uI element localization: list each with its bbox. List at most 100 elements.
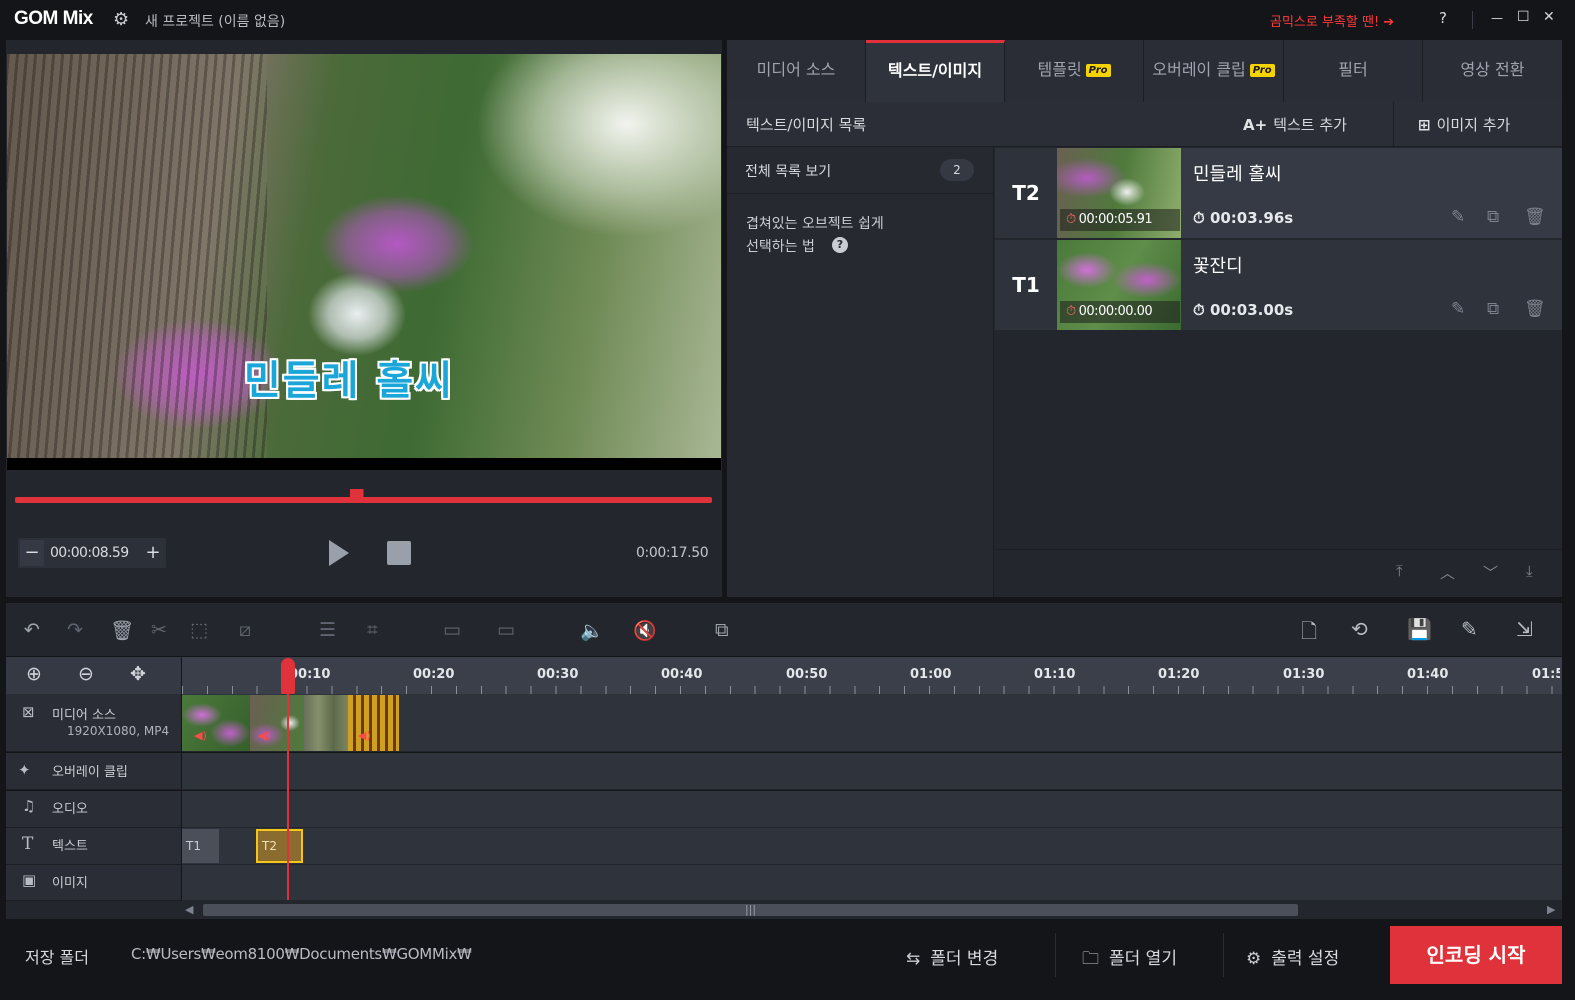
zoom-in-icon[interactable]: ⊕: [26, 663, 42, 685]
seek-bar[interactable]: [15, 497, 712, 503]
text-clip[interactable]: T1: [182, 829, 219, 863]
stop-icon[interactable]: [387, 541, 411, 565]
export-project-icon[interactable]: ⇲: [1516, 617, 1533, 641]
track-lane-text[interactable]: [182, 828, 1562, 865]
bottom-divider: [1223, 933, 1224, 977]
close-button[interactable]: ✕: [1543, 9, 1555, 25]
playhead-line[interactable]: [287, 658, 289, 900]
split-icon[interactable]: ⧄: [239, 619, 251, 641]
change-folder-button[interactable]: ⇆ 폴더 변경: [906, 944, 998, 969]
select-region-icon[interactable]: ⬚: [190, 619, 208, 641]
frame-forward-button[interactable]: +: [141, 540, 165, 566]
new-project-icon[interactable]: 🗋: [1301, 617, 1317, 651]
save-as-icon[interactable]: ✎: [1461, 617, 1478, 641]
track-lane-overlay[interactable]: [182, 753, 1562, 790]
media-clip[interactable]: ◀): [250, 695, 304, 751]
help-icon[interactable]: ?: [832, 237, 848, 253]
zoom-out-icon[interactable]: ⊖: [78, 663, 94, 685]
add-image-button[interactable]: ⊞ 이미지 추가: [1418, 114, 1510, 135]
output-settings-button[interactable]: ⚙ 출력 설정: [1246, 944, 1339, 969]
text-clip-selected[interactable]: T2: [256, 829, 303, 863]
tab-label: 필터: [1338, 60, 1368, 79]
media-clip[interactable]: ◀): [182, 695, 250, 751]
media-clip[interactable]: ◀): [348, 695, 399, 751]
tab-label: 템플릿: [1037, 60, 1082, 79]
image-left-icon[interactable]: ▭: [443, 619, 461, 641]
cut-icon[interactable]: ✂: [151, 619, 167, 641]
fit-timeline-icon[interactable]: ✥: [130, 663, 146, 685]
maximize-button[interactable]: ☐: [1517, 9, 1530, 25]
tab-template[interactable]: 템플릿 Pro: [1005, 40, 1144, 102]
tab-filter[interactable]: 필터: [1284, 40, 1423, 102]
delete-icon[interactable]: 🗑: [1524, 299, 1546, 319]
start-time-value: 00:00:00.00: [1078, 304, 1153, 319]
upgrade-promo-link[interactable]: 곰믹스로 부족할 땐! ➔: [1270, 11, 1394, 30]
tip-text-line2[interactable]: 선택하는 법: [746, 236, 815, 256]
ruler-tick-label: 00:10: [289, 667, 331, 682]
trash-icon[interactable]: 🗑: [110, 619, 134, 642]
image-right-icon[interactable]: ▭: [497, 619, 515, 641]
move-to-top-icon[interactable]: ⤒: [1396, 562, 1403, 580]
film-icon: ⊠: [22, 703, 35, 721]
track-lane-audio[interactable]: [182, 791, 1562, 828]
minimize-button[interactable]: —: [1491, 11, 1503, 25]
tab-media-source[interactable]: 미디어 소스: [727, 40, 866, 102]
list-title: 텍스트/이미지 목록: [746, 116, 867, 134]
ruler-tick-label: 00:30: [537, 667, 579, 682]
output-settings-icon: ⚙: [1246, 949, 1262, 969]
duration-value: 00:03.00s: [1209, 301, 1294, 319]
clock-icon: ⏱: [1066, 304, 1076, 319]
ruler-tick-label: 01:50: [1532, 667, 1560, 682]
undo-icon[interactable]: ↶: [24, 619, 40, 641]
tab-transition[interactable]: 영상 전환: [1423, 40, 1562, 102]
redo-icon[interactable]: ↷: [67, 619, 83, 641]
header-divider: [1393, 102, 1394, 147]
timer-icon: ⏱: [1193, 209, 1210, 227]
duration-value: 00:03.96s: [1209, 209, 1294, 227]
view-all-link[interactable]: 전체 목록 보기: [745, 161, 831, 181]
play-icon[interactable]: [329, 540, 349, 566]
open-folder-button[interactable]: 🗀 폴더 열기: [1082, 944, 1177, 975]
crop-icon[interactable]: ⌗: [367, 619, 378, 641]
edit-icon[interactable]: ✎: [1451, 207, 1465, 227]
audio-icon: ◀): [258, 729, 271, 742]
adjust-icon[interactable]: ☰: [319, 619, 336, 641]
media-clip[interactable]: [304, 695, 348, 751]
start-time-value: 00:00:05.91: [1078, 212, 1153, 227]
preview-text-overlay[interactable]: 민들레 홀씨: [244, 348, 454, 406]
screen-transition-icon[interactable]: ⧉: [715, 619, 729, 641]
move-to-bottom-icon[interactable]: ⤓: [1526, 562, 1533, 580]
tab-overlay-clip[interactable]: 오버레이 클립 Pro: [1144, 40, 1284, 102]
open-folder-label: 폴더 열기: [1109, 949, 1177, 969]
add-text-button[interactable]: A+ 텍스트 추가: [1243, 114, 1347, 135]
tip-text-line1[interactable]: 겹쳐있는 오브젝트 쉽게: [746, 213, 884, 233]
open-project-icon[interactable]: ⟲: [1351, 617, 1368, 641]
item-duration: ⏱ 00:03.96s: [1193, 209, 1293, 227]
current-time-display[interactable]: 00:00:08.59: [50, 545, 129, 561]
frame-back-button[interactable]: −: [20, 540, 44, 566]
move-down-icon[interactable]: ﹀: [1483, 562, 1498, 583]
duplicate-icon[interactable]: ⧉: [1487, 299, 1499, 319]
ruler-tick-label: 01:00: [910, 667, 952, 682]
volume-icon[interactable]: 🔈: [580, 619, 604, 642]
delete-icon[interactable]: 🗑: [1524, 207, 1546, 227]
image-icon: ▣: [22, 871, 37, 889]
mute-icon[interactable]: 🔇: [633, 619, 657, 642]
settings-gear-icon[interactable]: ⚙: [113, 9, 129, 30]
tab-label: 텍스트/이미지: [887, 61, 983, 80]
scroll-right-arrow[interactable]: ▶: [1547, 903, 1555, 916]
start-encoding-button[interactable]: 인코딩 시작: [1390, 926, 1562, 984]
ruler-tick-label: 00:50: [786, 667, 828, 682]
order-bar: [995, 549, 1562, 597]
move-up-icon[interactable]: ︿: [1440, 562, 1455, 583]
save-project-icon[interactable]: 💾: [1407, 617, 1432, 641]
tab-text-image[interactable]: 텍스트/이미지: [866, 40, 1005, 102]
scroll-left-arrow[interactable]: ◀: [185, 903, 193, 916]
help-button[interactable]: ?: [1439, 9, 1447, 27]
track-lane-image[interactable]: [182, 865, 1562, 901]
pro-badge: Pro: [1085, 64, 1111, 77]
pro-badge: Pro: [1249, 64, 1275, 77]
tab-label: 미디어 소스: [756, 60, 836, 79]
duplicate-icon[interactable]: ⧉: [1487, 207, 1499, 227]
edit-icon[interactable]: ✎: [1451, 299, 1465, 319]
